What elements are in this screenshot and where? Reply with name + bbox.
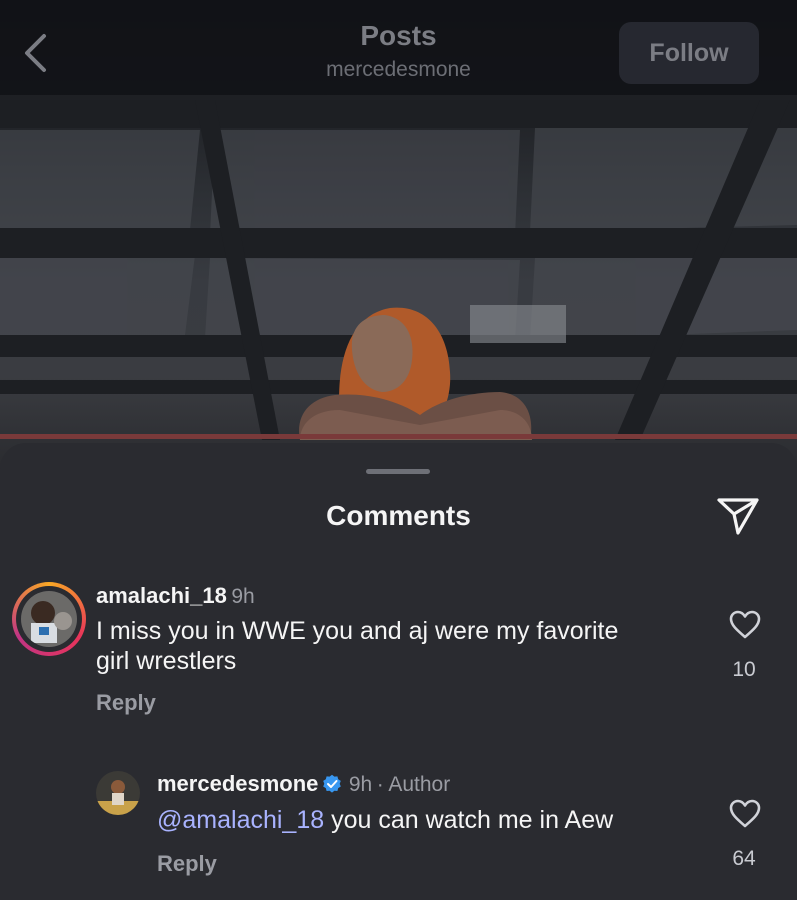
follow-button[interactable]: Follow [619, 22, 759, 84]
verified-badge-icon [323, 774, 342, 793]
author-tag: · Author [376, 773, 451, 796]
drag-handle[interactable] [366, 469, 430, 474]
comment-text-line-1: I miss you in WWE you and aj were my fav… [96, 617, 619, 645]
avatar[interactable] [96, 771, 140, 815]
like-count: 10 [732, 658, 756, 681]
comment-username[interactable]: amalachi_18 [96, 583, 227, 608]
comment-text-line-2: girl wrestlers [96, 647, 237, 675]
comments-sheet: Comments amalachi_18 9h I miss you in WW… [0, 443, 797, 900]
reply-button[interactable]: Reply [157, 851, 217, 877]
comment-text: I miss you in WWE you and aj were my fav… [96, 616, 696, 676]
heart-icon[interactable] [729, 799, 761, 829]
comments-title: Comments [326, 500, 471, 531]
reply-time: 9h [348, 773, 373, 796]
like-count: 64 [732, 847, 756, 870]
story-ring[interactable] [12, 582, 86, 656]
heart-icon[interactable] [729, 610, 761, 640]
reply-comment-item: mercedesmone 9h · Author @amalachi_18 yo… [0, 767, 797, 887]
share-icon[interactable] [716, 496, 760, 536]
reply-username[interactable]: mercedesmone [157, 771, 318, 796]
comment-time: 9h [231, 585, 255, 608]
reply-button[interactable]: Reply [96, 690, 156, 716]
reply-text-body: you can watch me in Aew [324, 806, 614, 834]
avatar[interactable] [21, 591, 77, 647]
top-bar: Posts mercedesmone Follow [0, 0, 797, 95]
mention-link[interactable]: @amalachi_18 [157, 806, 324, 834]
comment-item: amalachi_18 9h I miss you in WWE you and… [0, 576, 797, 726]
reply-text: @amalachi_18 you can watch me in Aew [157, 805, 613, 835]
